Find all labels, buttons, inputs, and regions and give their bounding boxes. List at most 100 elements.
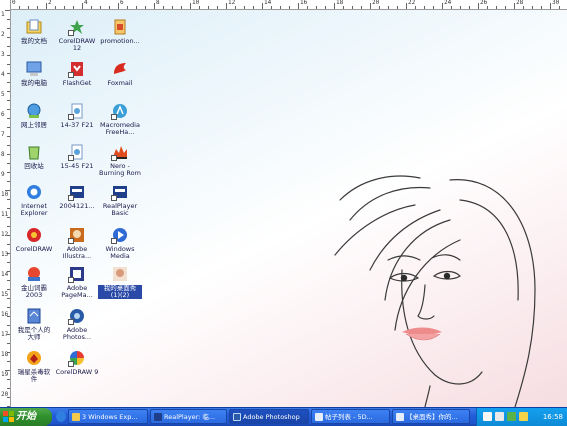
desktop-icon-pagemaker[interactable]: Adobe PageMa...: [55, 265, 99, 299]
ruler-number: 24: [444, 0, 452, 6]
task-browser-post-list[interactable]: 帖子列表 - 5D...: [311, 409, 390, 424]
illustrator-icon: [68, 226, 86, 244]
ruler-tick: [451, 6, 452, 9]
desktop-icon-coreldraw[interactable]: CorelDRAW: [12, 226, 56, 253]
ruler-tick: [7, 388, 10, 389]
ruler-number: 14: [264, 0, 272, 6]
ruler-number: 0: [12, 0, 16, 6]
desktop-icon-label: CorelDRAW 12: [58, 37, 96, 52]
ruler-tick: [235, 6, 236, 9]
desktop-icon-my-computer[interactable]: 我的电脑: [12, 60, 56, 87]
ruler-number: 16: [300, 0, 308, 6]
ruler-tick: [460, 6, 461, 9]
ruler-number: 20: [372, 0, 380, 6]
desktop-icon-label: 回收站: [24, 162, 44, 170]
ruler-tick: [469, 6, 470, 9]
desktop-icon-label: Foxmail: [107, 79, 133, 87]
ruler-number: 28: [516, 0, 524, 6]
desktop-icon-internet-explorer[interactable]: Internet Explorer: [12, 183, 56, 217]
desktop-icon-promotion[interactable]: promotion...: [98, 18, 142, 45]
desktop-icon-label: Adobe Photos...: [62, 326, 92, 341]
ruler-tick: [136, 6, 137, 9]
network-tray-icon[interactable]: [483, 412, 492, 421]
ruler-tick: [181, 6, 182, 9]
task-windows-explorer[interactable]: 3 Windows Exp...: [68, 409, 148, 424]
recycle-bin-icon: [25, 143, 43, 161]
shortcut-arrow-icon: [68, 155, 74, 161]
ruler-left: 1 2 3 4 5 6 7 8 9 10 11 12 13 14 15 16 17 18 19 20: [0, 0, 11, 407]
desktop-icon-network[interactable]: 网上邻居: [12, 102, 56, 129]
desktop-icon-label: Adobe PageMa...: [61, 284, 93, 299]
desktop-icon-coreldraw-9[interactable]: CorelDRAW 9: [55, 349, 99, 376]
ruler-number: 16: [1, 311, 9, 318]
coreldraw9-icon: [68, 349, 86, 367]
start-button[interactable]: 开始: [0, 408, 52, 426]
desktop-icon-realplayer[interactable]: RealPlayer Basic: [98, 183, 142, 217]
ruler-tick: [7, 136, 10, 137]
ruler-tick: [7, 262, 10, 263]
ruler-number: 9: [1, 171, 5, 178]
desktop-icon-kingsoft[interactable]: 金山词霸 2003: [12, 265, 56, 299]
ruler-tick: [28, 6, 29, 9]
nero-icon: [111, 143, 129, 161]
desktop-icon-flashget[interactable]: FlashGet: [55, 60, 99, 87]
ruler-tick: [7, 55, 10, 56]
ruler-number: 8: [1, 151, 5, 158]
desktop-icon-file-1545[interactable]: 15-45 F21: [55, 143, 99, 170]
desktop-icon-photoshop[interactable]: Adobe Photos...: [55, 307, 99, 341]
ruler-tick: [325, 6, 326, 9]
desktop-icon-freehand[interactable]: Macromedia FreeHa...: [98, 102, 142, 136]
task-photoshop[interactable]: Adobe Photoshop: [229, 409, 309, 424]
desktop-icon-my-documents[interactable]: 我的文档: [12, 18, 56, 45]
ruler-tick: [7, 100, 10, 101]
ruler-tick: [523, 6, 524, 9]
input-method-tray-icon[interactable]: [519, 412, 528, 421]
flashget-icon: [68, 60, 86, 78]
ruler-tick: [7, 325, 10, 326]
ruler-tick: [109, 6, 110, 9]
task-label: 帖子列表 - 5D...: [325, 413, 373, 421]
antivirus-tray-icon[interactable]: [507, 412, 516, 421]
ruler-tick: [55, 6, 56, 9]
ruler-tick: [289, 6, 290, 9]
desktop-icon-recycle-bin[interactable]: 回收站: [12, 143, 56, 170]
ruler-tick: [7, 172, 10, 173]
ruler-number: 4: [84, 0, 88, 6]
desktop-icon-coreldraw-12[interactable]: CorelDRAW 12: [55, 18, 99, 52]
desktop-icon-windows-media[interactable]: Windows Media: [98, 226, 142, 260]
volume-tray-icon[interactable]: [495, 412, 504, 421]
ruler-number: 17: [1, 331, 9, 338]
ruler-tick: [19, 6, 20, 9]
ruler-tick: [505, 6, 506, 9]
file-icon: [68, 143, 86, 161]
ruler-tick: [7, 46, 10, 47]
shortcut-arrow-icon: [68, 114, 74, 120]
task-realplayer[interactable]: RealPlayer: 临...: [150, 409, 227, 424]
desktop-icon-label: Windows Media: [105, 245, 135, 260]
desktop-icon-file-1437[interactable]: 14-37 F21: [55, 102, 99, 129]
ruler-tick: [514, 3, 515, 9]
desktop-icon-illustrator[interactable]: Adobe Illustra...: [55, 226, 99, 260]
wallpaper-face-drawing: [334, 175, 536, 407]
ruler-tick: [7, 64, 10, 65]
desktop-icon-rising[interactable]: 瑞星杀毒软 件: [12, 349, 56, 383]
ruler-tick: [73, 6, 74, 9]
desktop-icon-realmedia-file[interactable]: 2004121...: [55, 183, 99, 210]
ruler-tick: [7, 91, 10, 92]
ruler-tick: [7, 181, 10, 182]
ruler-tick: [7, 199, 10, 200]
desktop-icon-label: 我的电脑: [21, 79, 47, 87]
my-documents-icon: [25, 18, 43, 36]
task-label: Adobe Photoshop: [243, 413, 300, 421]
task-browser-desktop-show[interactable]: 【桌面秀】你的...: [392, 409, 470, 424]
ruler-tick: [298, 3, 299, 9]
ruler-tick: [154, 3, 155, 9]
quicklaunch-ie-icon[interactable]: [56, 411, 66, 422]
ruler-tick: [7, 109, 10, 110]
desktop-icon-desktop-show[interactable]: 我的桌面秀 (1)(2): [98, 265, 142, 299]
ruler-tick: [7, 298, 10, 299]
desktop-icon-master[interactable]: 我是个人的 大师: [12, 307, 56, 341]
desktop-icon-nero[interactable]: Nero - Burning Rom: [98, 143, 142, 177]
desktop-icon-label: RealPlayer Basic: [102, 202, 138, 217]
desktop-icon-foxmail[interactable]: Foxmail: [98, 60, 142, 87]
